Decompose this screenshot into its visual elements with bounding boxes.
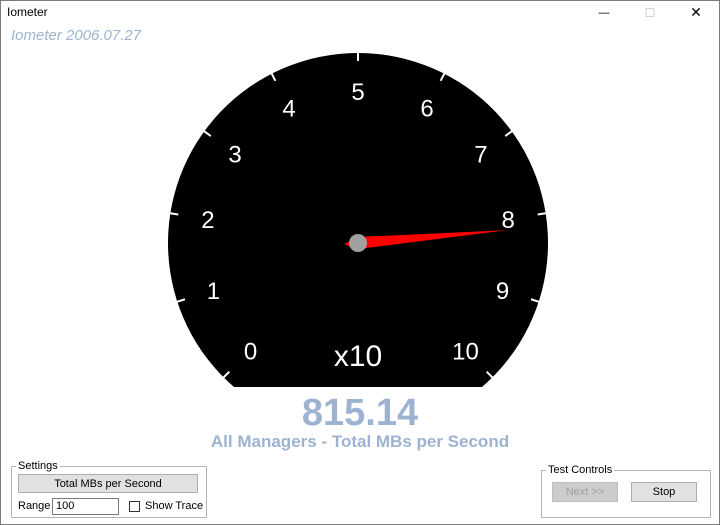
iometer-window: Iometer — ☐ ✕ Iometer 2006.07.27 0123456… <box>0 0 720 525</box>
readout-value: 815.14 <box>301 392 419 434</box>
maximize-icon: ☐ <box>644 5 656 20</box>
settings-group: Settings Total MBs per Second Range 100 … <box>11 460 207 518</box>
gauge-tick-label: 3 <box>228 142 241 169</box>
show-trace-label: Show Trace <box>145 500 204 512</box>
gauge-tick-label: 9 <box>496 278 509 305</box>
gauge-tick <box>169 212 179 216</box>
gauge-tick-label: 10 <box>452 338 479 365</box>
gauge-tick-label: 0 <box>244 338 257 365</box>
gauge-tick-label: 4 <box>282 96 295 123</box>
close-icon: ✕ <box>690 4 702 20</box>
gauge-tick-label: 5 <box>351 79 364 106</box>
range-label: Range <box>18 500 51 512</box>
readout-label: All Managers - Total MBs per Second <box>210 432 510 451</box>
test-controls-group: Test Controls Next >> Stop <box>541 464 711 518</box>
maximize-button[interactable]: ☐ <box>627 1 673 24</box>
window-title: Iometer <box>7 5 48 19</box>
close-button[interactable]: ✕ <box>673 1 719 24</box>
next-button[interactable]: Next >> <box>552 482 618 502</box>
show-trace-checkbox[interactable] <box>129 501 140 512</box>
speedometer-gauge: 0 1 2 3 4 5 6 7 8 9 10 x10 <box>168 52 549 387</box>
gauge-tick-label: 7 <box>474 142 487 169</box>
range-input[interactable]: 100 <box>52 498 119 515</box>
minimize-button[interactable]: — <box>581 1 627 24</box>
gauge-multiplier: x10 <box>334 340 382 373</box>
stop-button[interactable]: Stop <box>631 482 697 502</box>
title-bar: Iometer — ☐ ✕ <box>1 1 719 24</box>
metric-select-button[interactable]: Total MBs per Second <box>18 474 198 493</box>
gauge-tick-label: 8 <box>501 207 514 234</box>
gauge-tick-label: 6 <box>420 96 433 123</box>
gauge-tick <box>537 212 547 216</box>
settings-legend: Settings <box>18 460 58 472</box>
test-controls-legend: Test Controls <box>548 464 613 476</box>
main-content: Iometer 2006.07.27 0 1 2 3 4 5 6 7 8 9 10 x10 815.… <box>1 24 719 524</box>
gauge-hub <box>349 234 367 252</box>
gauge-tick-label: 1 <box>207 278 220 305</box>
gauge-tick-label: 2 <box>201 207 214 234</box>
minimize-icon: — <box>598 6 610 19</box>
